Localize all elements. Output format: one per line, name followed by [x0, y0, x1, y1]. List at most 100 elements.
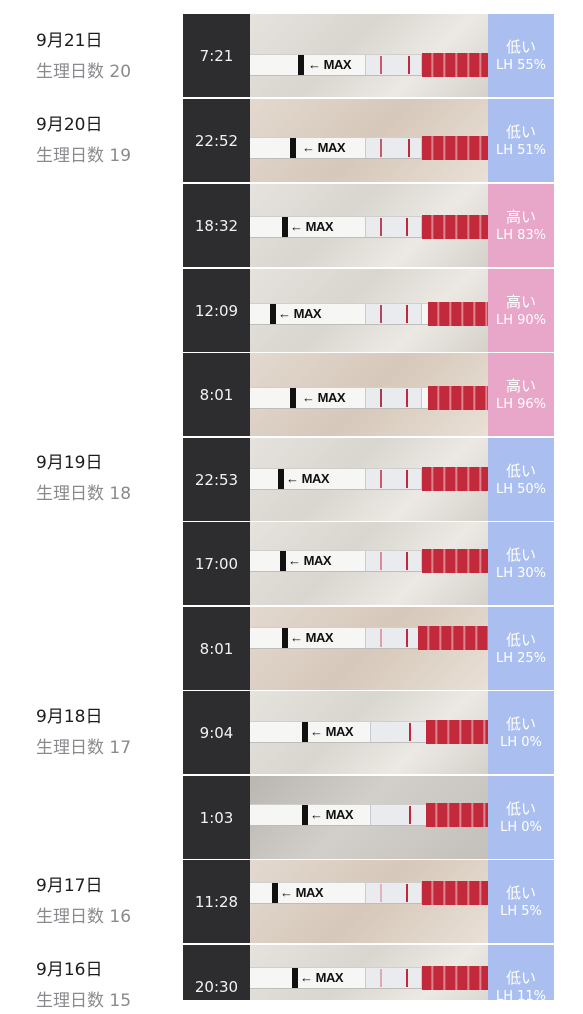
test-strip-photo: ← MAX	[250, 184, 488, 267]
test-row[interactable]: 1:03 ← MAX 低い LH 0%	[183, 776, 554, 859]
result-lh-percent: LH 55%	[495, 57, 547, 73]
test-strip-photo: ← MAX	[250, 607, 488, 690]
date-header-0: 9月21日 生理日数 20	[36, 29, 131, 85]
test-row[interactable]: 18:32 ← MAX 高い LH 83%	[183, 184, 554, 267]
test-strip: ← MAX	[250, 136, 488, 160]
test-window	[365, 628, 422, 648]
test-strip: ← MAX	[250, 626, 488, 650]
test-row[interactable]: 22:52 ← MAX 低い LH 51%	[183, 99, 554, 182]
lh-band	[422, 549, 488, 573]
date-label: 9月18日	[36, 707, 103, 727]
max-label: ← MAX	[300, 970, 344, 985]
lh-band	[422, 881, 488, 905]
result-lh-percent: LH 5%	[500, 903, 542, 919]
max-label: ← MAX	[290, 219, 334, 234]
test-row[interactable]: 20:30 ← MAX 低い LH 11%	[183, 945, 554, 1000]
test-row[interactable]: 12:09 ← MAX 高い LH 90%	[183, 269, 554, 352]
test-time: 8:01	[183, 607, 250, 690]
test-time: 17:00	[183, 522, 250, 605]
strip-handle	[282, 628, 288, 648]
test-row[interactable]: 17:00 ← MAX 低い LH 30%	[183, 522, 554, 605]
result-lh-percent: LH 96%	[495, 396, 547, 412]
test-strip: ← MAX	[250, 549, 488, 573]
test-strip: ← MAX	[250, 881, 488, 905]
test-line	[380, 139, 382, 157]
date-label: 9月16日	[36, 960, 103, 980]
test-time: 11:28	[183, 860, 250, 943]
control-line	[406, 389, 408, 407]
cycle-day-label: 生理日数 18	[36, 484, 132, 504]
strip-handle	[298, 55, 304, 75]
max-label: ← MAX	[290, 630, 334, 645]
test-window	[365, 217, 422, 237]
result-lh-percent: LH 83%	[495, 227, 547, 243]
control-line	[409, 723, 411, 741]
test-time: 12:09	[183, 269, 250, 352]
test-window	[365, 388, 422, 408]
test-row[interactable]: 8:01 ← MAX 低い LH 25%	[183, 607, 554, 690]
date-header-1: 9月20日 生理日数 19	[36, 113, 131, 169]
control-line	[408, 139, 410, 157]
result-lh-percent: LH 0%	[500, 734, 542, 750]
cycle-day-label: 生理日数 17	[36, 738, 132, 758]
strip-handle	[272, 883, 278, 903]
date-label: 9月21日	[36, 31, 103, 51]
result-badge: 低い LH 11%	[488, 945, 554, 1000]
test-strip-photo: ← MAX	[250, 522, 488, 605]
test-line	[380, 56, 382, 74]
max-text: MAX	[305, 630, 334, 645]
strip-handle	[278, 469, 284, 489]
lh-band	[422, 53, 488, 77]
result-level: 高い	[505, 207, 536, 226]
max-label: ← MAX	[302, 390, 346, 405]
test-strip: ← MAX	[250, 966, 488, 990]
test-row[interactable]: 7:21 ← MAX 低い LH 55%	[183, 14, 554, 97]
lh-band	[426, 803, 488, 827]
date-header-4: 9月17日 生理日数 16	[36, 874, 131, 930]
date-header-5: 9月16日 生理日数 15	[36, 958, 131, 1014]
result-badge: 高い LH 96%	[488, 353, 554, 436]
max-label: ← MAX	[308, 57, 352, 72]
result-level: 低い	[505, 122, 536, 141]
control-line	[409, 806, 411, 824]
lh-band	[426, 720, 488, 744]
result-badge: 低い LH 55%	[488, 14, 554, 97]
max-text: MAX	[305, 219, 334, 234]
control-line	[406, 305, 408, 323]
max-text: MAX	[295, 885, 324, 900]
test-strip: ← MAX	[250, 302, 488, 326]
test-row[interactable]: 8:01 ← MAX 高い LH 96%	[183, 353, 554, 436]
lh-band	[428, 386, 488, 410]
max-text: MAX	[325, 807, 354, 822]
max-text: MAX	[317, 390, 346, 405]
result-badge: 低い LH 30%	[488, 522, 554, 605]
date-label: 9月20日	[36, 115, 103, 135]
result-badge: 高い LH 90%	[488, 269, 554, 352]
lh-test-history: 9月21日 生理日数 20 9月20日 生理日数 19 9月19日 生理日数 1…	[0, 0, 583, 1011]
test-time: 22:52	[183, 99, 250, 182]
test-window	[365, 55, 422, 75]
test-row[interactable]: 11:28 ← MAX 低い LH 5%	[183, 860, 554, 943]
result-level: 高い	[505, 376, 536, 395]
lh-band	[422, 966, 488, 990]
test-window	[365, 551, 422, 571]
test-strip-photo: ← MAX	[250, 691, 488, 774]
cycle-day-label: 生理日数 19	[36, 146, 132, 166]
test-window	[370, 805, 427, 825]
test-line	[380, 305, 382, 323]
result-badge: 低い LH 50%	[488, 438, 554, 521]
test-strip: ← MAX	[250, 467, 488, 491]
control-line	[406, 884, 408, 902]
date-header-2: 9月19日 生理日数 18	[36, 451, 131, 507]
result-level: 高い	[505, 292, 536, 311]
test-strip: ← MAX	[250, 53, 488, 77]
result-lh-percent: LH 50%	[495, 481, 547, 497]
result-level: 低い	[505, 883, 536, 902]
test-line	[380, 218, 382, 236]
max-label: ← MAX	[278, 306, 322, 321]
result-badge: 低い LH 51%	[488, 99, 554, 182]
test-row[interactable]: 9:04 ← MAX 低い LH 0%	[183, 691, 554, 774]
test-line	[380, 884, 382, 902]
test-row[interactable]: 22:53 ← MAX 低い LH 50%	[183, 438, 554, 521]
strip-handle	[270, 304, 276, 324]
